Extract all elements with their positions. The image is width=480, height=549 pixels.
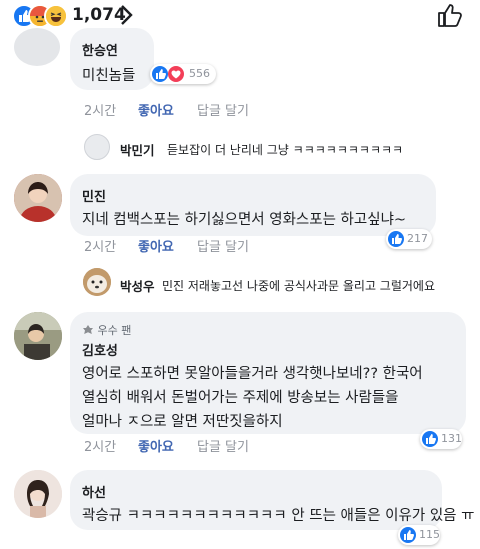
comment-time[interactable]: 2시간	[84, 436, 116, 455]
comment-time[interactable]: 2시간	[84, 236, 116, 255]
badge-icon	[83, 325, 93, 334]
reaction-summary[interactable]: 115	[398, 525, 440, 545]
like-button[interactable]: 좋아요	[138, 100, 174, 119]
comment-text-line: 열심히 배워서 돈벌어가는 주제에 방송보는 사람들을	[82, 390, 399, 406]
reaction-count: 131	[441, 432, 462, 445]
avatar[interactable]	[14, 28, 60, 66]
comment-author[interactable]: 하선	[82, 482, 106, 501]
comment-text: 곽승규 ㅋㅋㅋㅋㅋㅋㅋㅋㅋㅋㅋㅋ 안 뜨는 애들은 이유가 있음 ㅠ	[82, 508, 475, 524]
comment-text: 지네 컴백스포는 하기싫으면서 영화스포는 하고싶냐~	[82, 212, 407, 228]
reaction-count: 115	[419, 528, 440, 541]
like-thumb-icon[interactable]	[437, 2, 463, 32]
reply-button[interactable]: 답글 달기	[197, 100, 249, 119]
avatar[interactable]	[84, 134, 110, 160]
like-icon	[388, 231, 404, 247]
reply-text: 민진 저래놓고선 나중에 공식사과문 올리고 그럴거에요	[162, 279, 435, 293]
reaction-icons[interactable]	[12, 4, 68, 28]
like-button[interactable]: 좋아요	[138, 236, 174, 255]
avatar[interactable]	[83, 268, 111, 296]
reaction-summary[interactable]: 556	[150, 64, 216, 84]
top-fan-badge: 우수 팬	[82, 322, 131, 338]
comment-author[interactable]: 김호성	[82, 340, 118, 359]
like-icon	[422, 431, 438, 447]
reaction-count: 217	[407, 232, 428, 245]
avatar[interactable]	[14, 174, 62, 222]
like-icon	[400, 527, 416, 543]
avatar[interactable]	[14, 470, 62, 518]
chevron-right-icon[interactable]	[120, 4, 134, 30]
reply-author[interactable]: 박성우	[120, 276, 155, 295]
comment-time[interactable]: 2시간	[84, 100, 116, 119]
reply-text: 듣보잡이 더 난리네 그냥 ㅋㅋㅋㅋㅋㅋㅋㅋㅋㅋ	[167, 143, 404, 157]
avatar[interactable]	[14, 312, 62, 360]
like-icon	[152, 66, 168, 82]
comment-text-line: 영어로 스포하면 못알아들을거라 생각햇나보네?? 한국어	[82, 366, 423, 382]
comment-text: 미친놈들	[82, 68, 136, 84]
reaction-summary[interactable]: 131	[420, 429, 462, 449]
comment-text-line: 얼마나 ㅈ으로 알면 저딴짓을하지	[82, 414, 283, 430]
haha-reaction-icon	[44, 4, 68, 28]
reply-button[interactable]: 답글 달기	[197, 236, 249, 255]
reaction-count: 556	[189, 67, 210, 80]
love-icon	[168, 66, 184, 82]
comment-author[interactable]: 한승연	[82, 40, 118, 59]
reactions-header: 1,074	[0, 0, 480, 34]
reply-button[interactable]: 답글 달기	[197, 436, 249, 455]
badge-label: 우수 팬	[97, 324, 132, 337]
reaction-summary[interactable]: 217	[386, 229, 432, 249]
comment-author[interactable]: 민진	[82, 186, 106, 205]
like-button[interactable]: 좋아요	[138, 436, 174, 455]
reaction-count[interactable]: 1,074	[72, 5, 126, 25]
reply-author[interactable]: 박민기	[120, 140, 155, 159]
